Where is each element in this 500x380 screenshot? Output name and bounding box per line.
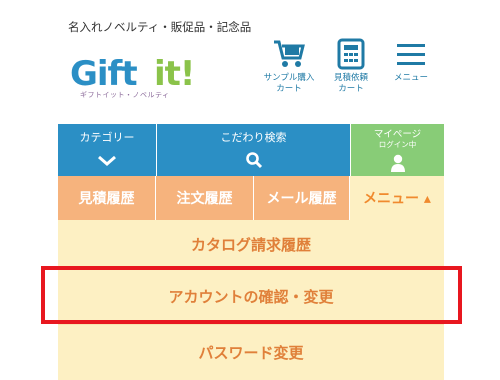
tab-quote-history[interactable]: 見積履歴 (58, 176, 156, 220)
svg-text:Gift: Gift (70, 54, 137, 92)
tab-menu[interactable]: メニュー ▴ (350, 176, 444, 220)
user-icon (391, 154, 405, 172)
menu-item-catalog-history[interactable]: カタログ請求履歴 (58, 220, 444, 268)
quote-cart-button[interactable]: 見積依頼 カート (320, 38, 382, 95)
search-icon (246, 152, 263, 169)
tab-order-history[interactable]: 注文履歴 (156, 176, 254, 220)
highlight-box (41, 266, 462, 324)
site-tagline: 名入れノベルティ・販促品・記念品 (68, 20, 252, 34)
menu-item-password-change[interactable]: パスワード変更 (58, 324, 444, 380)
category-nav-button[interactable]: カテゴリー (58, 124, 156, 176)
cart-icon (274, 40, 305, 67)
mypage-button[interactable]: マイページ ログイン中 (350, 124, 444, 176)
quote-cart-label-2: カート (338, 84, 364, 94)
svg-text:it!: it! (154, 54, 194, 92)
logo-subtitle: ギフトイット・ノベルティ (80, 91, 170, 99)
hamburger-menu-icon (397, 44, 425, 65)
gift-it-logo-graphic: Gift it! (70, 54, 195, 94)
sample-cart-label-1: サンプル購入 (263, 73, 315, 83)
mypage-label: マイページ (373, 129, 422, 140)
detailed-search-button[interactable]: こだわり検索 (156, 124, 350, 176)
menu-label: メニュー (393, 73, 428, 83)
tab-mail-history[interactable]: メール履歴 (254, 176, 350, 220)
quote-cart-label-1: 見積依頼 (333, 73, 368, 83)
search-label: こだわり検索 (220, 131, 287, 144)
sample-cart-button[interactable]: サンプル購入 カート (258, 38, 320, 95)
chevron-down-icon (98, 155, 116, 166)
category-label: カテゴリー (79, 131, 135, 144)
main-nav: カテゴリー こだわり検索 マイページ ログイン中 (58, 124, 444, 176)
login-status: ログイン中 (378, 140, 417, 149)
sample-cart-label-2: カート (276, 84, 302, 94)
menu-button[interactable]: メニュー (380, 38, 442, 84)
calculator-icon (337, 38, 365, 70)
history-tabs: 見積履歴 注文履歴 メール履歴 メニュー ▴ (58, 176, 444, 220)
